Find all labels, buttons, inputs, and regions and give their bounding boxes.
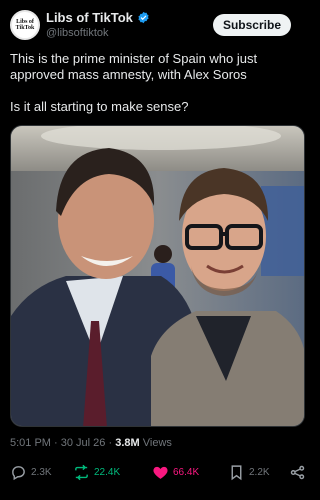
photo-illustration bbox=[11, 126, 304, 426]
verified-badge-icon bbox=[138, 11, 149, 24]
action-bar: 2.3K 22.4K 66.4K 2.2K bbox=[10, 464, 308, 486]
reply-icon bbox=[12, 466, 25, 481]
repost-icon bbox=[75, 464, 88, 481]
author-display-name[interactable]: Libs of TikTok bbox=[46, 10, 133, 25]
like-button[interactable]: 66.4K bbox=[152, 464, 199, 481]
post-photo[interactable] bbox=[10, 125, 305, 427]
post-meta: 5:01 PM · 30 Jul 26 · 3.8M Views bbox=[10, 437, 172, 449]
avatar[interactable]: Libs of TikTok bbox=[10, 10, 40, 40]
bookmark-count: 2.2K bbox=[249, 467, 270, 478]
post-text-line-1: This is the prime minister of Spain who … bbox=[10, 51, 258, 82]
reply-button[interactable]: 2.3K bbox=[10, 464, 52, 481]
repost-button[interactable]: 22.4K bbox=[73, 464, 120, 481]
share-button[interactable] bbox=[289, 464, 306, 481]
share-icon bbox=[290, 465, 305, 480]
post-text-line-2: Is it all starting to make sense? bbox=[10, 99, 189, 114]
repost-count: 22.4K bbox=[94, 467, 121, 478]
reply-count: 2.3K bbox=[31, 467, 52, 478]
avatar-logo-text: Libs of TikTok bbox=[15, 19, 35, 31]
post-header: Libs of TikTok Libs of TikTok @libsoftik… bbox=[10, 8, 305, 42]
like-count: 66.4K bbox=[173, 467, 200, 478]
heart-icon bbox=[153, 466, 168, 479]
subscribe-button[interactable]: Subscribe bbox=[212, 14, 291, 36]
views-label: Views bbox=[142, 437, 172, 449]
bookmark-button[interactable]: 2.2K bbox=[228, 464, 270, 481]
meta-separator: · bbox=[54, 437, 61, 449]
author-block: Libs of TikTok @libsoftiktok bbox=[46, 10, 150, 39]
post-date[interactable]: 30 Jul 26 bbox=[61, 437, 106, 449]
author-handle[interactable]: @libsoftiktok bbox=[46, 27, 150, 39]
post-text: This is the prime minister of Spain who … bbox=[10, 51, 308, 115]
post-time[interactable]: 5:01 PM bbox=[10, 437, 51, 449]
bookmark-icon bbox=[231, 465, 242, 481]
views-count: 3.8M bbox=[115, 437, 140, 449]
